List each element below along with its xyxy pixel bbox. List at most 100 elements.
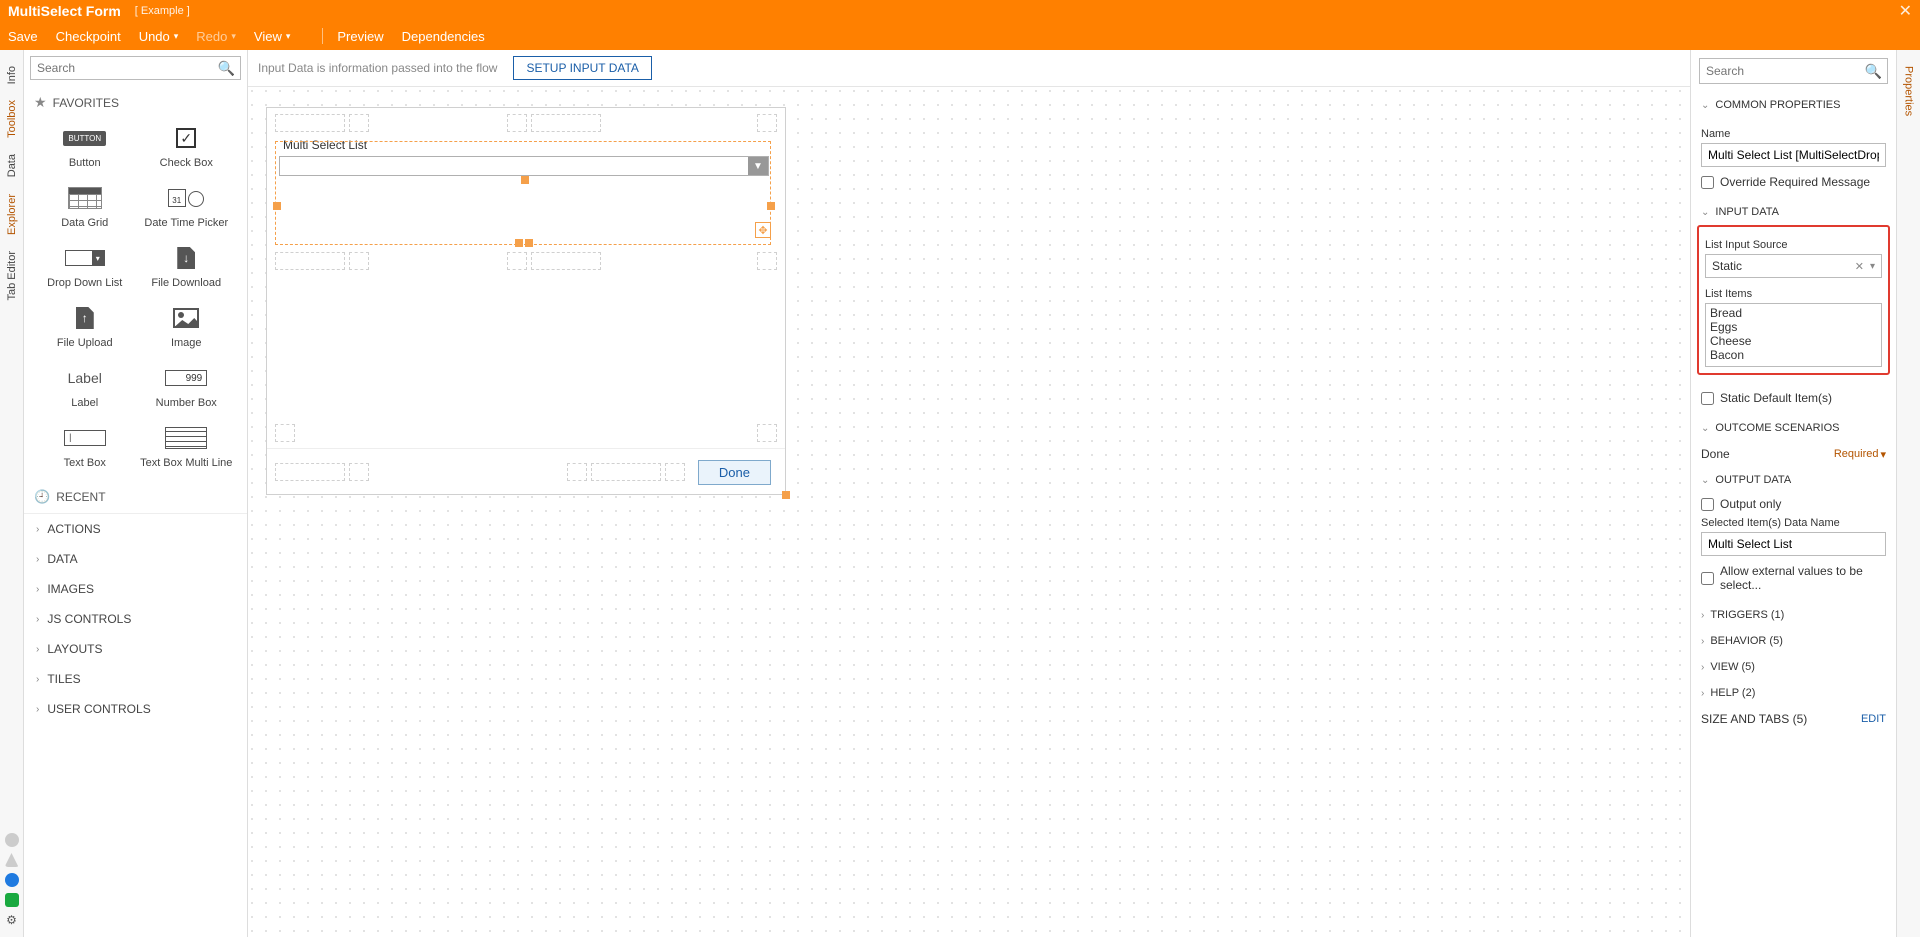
layout-slot[interactable] bbox=[275, 252, 345, 270]
layout-slot[interactable] bbox=[567, 463, 587, 481]
tool-datagrid[interactable]: Data Grid bbox=[34, 185, 136, 229]
outcome-required-dropdown[interactable]: Required▾ bbox=[1834, 448, 1886, 461]
layout-slot[interactable] bbox=[275, 424, 295, 442]
tool-textboxml[interactable]: Text Box Multi Line bbox=[136, 425, 238, 469]
tool-numberbox[interactable]: 999 Number Box bbox=[136, 365, 238, 409]
rail-tab-properties[interactable]: Properties bbox=[1901, 58, 1917, 124]
layout-slot[interactable] bbox=[665, 463, 685, 481]
layout-slot[interactable] bbox=[349, 463, 369, 481]
section-help[interactable]: ›HELP (2) bbox=[1691, 680, 1896, 706]
layout-slot[interactable] bbox=[757, 424, 777, 442]
layout-slot[interactable] bbox=[757, 252, 777, 270]
list-item[interactable]: Eggs bbox=[1710, 320, 1877, 334]
form-surface[interactable]: Multi Select List ▼ ✥ bbox=[266, 107, 786, 495]
section-input-data[interactable]: ⌄INPUT DATA bbox=[1691, 199, 1896, 225]
setup-input-data-button[interactable]: SETUP INPUT DATA bbox=[513, 56, 651, 80]
cat-actions[interactable]: ›ACTIONS bbox=[24, 514, 247, 544]
section-view[interactable]: ›VIEW (5) bbox=[1691, 654, 1896, 680]
layout-slot[interactable] bbox=[531, 114, 601, 132]
move-handle-icon[interactable]: ✥ bbox=[755, 222, 771, 238]
rail-tab-data[interactable]: Data bbox=[4, 146, 20, 185]
output-only-checkbox[interactable]: Output only bbox=[1701, 497, 1886, 511]
menu-save[interactable]: Save bbox=[8, 29, 38, 44]
toolbox-search-input[interactable] bbox=[30, 56, 241, 80]
layout-slot[interactable] bbox=[591, 463, 661, 481]
tool-image[interactable]: Image bbox=[136, 305, 238, 349]
tool-datetime[interactable]: 31 Date Time Picker bbox=[136, 185, 238, 229]
allow-external-checkbox[interactable]: Allow external values to be select... bbox=[1701, 564, 1886, 592]
list-item[interactable]: Bacon bbox=[1710, 348, 1877, 362]
tool-button[interactable]: BUTTON Button bbox=[34, 125, 136, 169]
tool-label: Drop Down List bbox=[47, 277, 122, 289]
tool-checkbox[interactable]: ✓ Check Box bbox=[136, 125, 238, 169]
done-button[interactable]: Done bbox=[698, 460, 771, 485]
rail-tab-explorer[interactable]: Explorer bbox=[4, 186, 20, 243]
section-behavior[interactable]: ›BEHAVIOR (5) bbox=[1691, 628, 1896, 654]
name-input[interactable] bbox=[1701, 143, 1886, 167]
menu-preview[interactable]: Preview bbox=[337, 29, 383, 44]
resize-handle[interactable] bbox=[273, 202, 281, 210]
cat-label: TILES bbox=[47, 672, 80, 686]
menu-redo-label: Redo bbox=[196, 29, 227, 44]
list-item[interactable]: Bread bbox=[1710, 306, 1877, 320]
tool-textbox[interactable]: I Text Box bbox=[34, 425, 136, 469]
title-bar: MultiSelect Form [ Example ] ✕ bbox=[0, 0, 1920, 22]
static-default-checkbox[interactable]: Static Default Item(s) bbox=[1701, 391, 1886, 405]
section-outcome[interactable]: ⌄OUTCOME SCENARIOS bbox=[1691, 415, 1896, 441]
cat-layouts[interactable]: ›LAYOUTS bbox=[24, 634, 247, 664]
menu-view[interactable]: View▾ bbox=[254, 29, 290, 44]
chevron-down-icon[interactable]: ▾ bbox=[1868, 261, 1877, 272]
select-value: Static bbox=[1712, 259, 1742, 273]
resize-handle[interactable] bbox=[525, 239, 533, 247]
layout-slot[interactable] bbox=[507, 252, 527, 270]
list-input-source-select[interactable]: Static ✕ ▾ bbox=[1705, 254, 1882, 278]
layout-slot[interactable] bbox=[531, 252, 601, 270]
list-item[interactable]: Cheese bbox=[1710, 334, 1877, 348]
resize-handle[interactable] bbox=[515, 239, 523, 247]
tool-label[interactable]: Label Label bbox=[34, 365, 136, 409]
form-resize-handle[interactable] bbox=[782, 491, 790, 499]
section-output[interactable]: ⌄OUTPUT DATA bbox=[1691, 467, 1896, 493]
menu-redo[interactable]: Redo▾ bbox=[196, 29, 236, 44]
tool-filedownload[interactable]: ↓ File Download bbox=[136, 245, 238, 289]
layout-slot[interactable] bbox=[275, 114, 345, 132]
cat-data[interactable]: ›DATA bbox=[24, 544, 247, 574]
cat-tiles[interactable]: ›TILES bbox=[24, 664, 247, 694]
cat-js[interactable]: ›JS CONTROLS bbox=[24, 604, 247, 634]
selected-name-input[interactable] bbox=[1701, 532, 1886, 556]
edit-link[interactable]: EDIT bbox=[1861, 713, 1886, 725]
menu-checkpoint[interactable]: Checkpoint bbox=[56, 29, 121, 44]
cat-images[interactable]: ›IMAGES bbox=[24, 574, 247, 604]
chevron-down-icon: ⌄ bbox=[1701, 207, 1709, 218]
layout-slot[interactable] bbox=[275, 463, 345, 481]
layout-slot[interactable] bbox=[349, 252, 369, 270]
checkbox-input[interactable] bbox=[1701, 498, 1714, 511]
layout-slot[interactable] bbox=[757, 114, 777, 132]
section-common[interactable]: ⌄COMMON PROPERTIES bbox=[1691, 92, 1896, 118]
layout-slot[interactable] bbox=[507, 114, 527, 132]
chat-icon[interactable] bbox=[5, 873, 19, 887]
size-and-tabs-link[interactable]: SIZE AND TABS (5) bbox=[1701, 712, 1807, 726]
list-items-box[interactable]: BreadEggsCheeseBacon bbox=[1705, 303, 1882, 367]
gear-icon[interactable]: ⚙ bbox=[5, 913, 19, 927]
properties-search-input[interactable] bbox=[1699, 58, 1888, 84]
section-triggers[interactable]: ›TRIGGERS (1) bbox=[1691, 602, 1896, 628]
menu-undo[interactable]: Undo▾ bbox=[139, 29, 179, 44]
cat-usercontrols[interactable]: ›USER CONTROLS bbox=[24, 694, 247, 724]
close-icon[interactable]: ✕ bbox=[1899, 1, 1912, 21]
override-required-checkbox[interactable]: Override Required Message bbox=[1701, 175, 1886, 189]
resize-handle[interactable] bbox=[521, 176, 529, 184]
menu-dependencies[interactable]: Dependencies bbox=[402, 29, 485, 44]
tool-fileupload[interactable]: ↑ File Upload bbox=[34, 305, 136, 349]
rail-tab-toolbox[interactable]: Toolbox bbox=[4, 92, 20, 146]
checkbox-input[interactable] bbox=[1701, 572, 1714, 585]
design-canvas[interactable]: Multi Select List ▼ ✥ bbox=[248, 87, 1690, 937]
checkbox-input[interactable] bbox=[1701, 392, 1714, 405]
rail-tab-tabeditor[interactable]: Tab Editor bbox=[4, 243, 20, 309]
resize-handle[interactable] bbox=[767, 202, 775, 210]
tool-dropdown[interactable]: ▾ Drop Down List bbox=[34, 245, 136, 289]
checkbox-input[interactable] bbox=[1701, 176, 1714, 189]
clear-icon[interactable]: ✕ bbox=[1851, 260, 1868, 273]
layout-slot[interactable] bbox=[349, 114, 369, 132]
rail-tab-info[interactable]: Info bbox=[4, 58, 20, 92]
